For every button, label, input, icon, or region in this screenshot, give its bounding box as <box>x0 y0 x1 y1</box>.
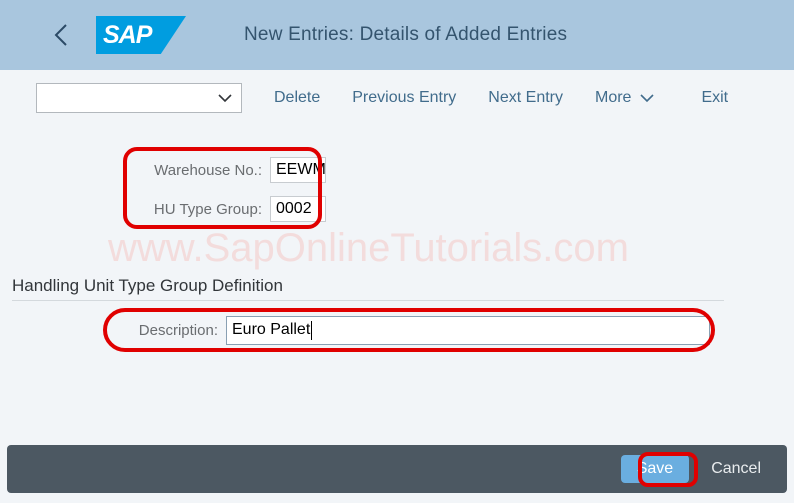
toolbar: Delete Previous Entry Next Entry More Ex… <box>0 70 794 126</box>
chevron-left-icon <box>52 21 70 49</box>
more-button-label: More <box>594 88 632 106</box>
hu-type-group-value: 0002 <box>276 200 312 217</box>
hu-type-group-field[interactable]: 0002 <box>270 196 326 222</box>
description-row: Description: Euro Pallet <box>118 314 710 346</box>
warehouse-no-value: EEWM <box>276 161 326 178</box>
more-button[interactable]: More <box>595 89 655 107</box>
footer-bar: Save Cancel <box>7 445 787 493</box>
next-entry-button[interactable]: Next Entry <box>488 89 563 107</box>
toolbar-dropdown[interactable] <box>36 82 242 113</box>
section-divider <box>12 300 724 301</box>
app-header: SAP New Entries: Details of Added Entrie… <box>0 0 794 70</box>
description-value: Euro Pallet <box>232 321 311 338</box>
warehouse-no-field[interactable]: EEWM <box>270 157 326 183</box>
sap-logo: SAP <box>96 16 186 54</box>
warehouse-no-row: Warehouse No.: EEWM <box>130 155 326 185</box>
hu-type-group-row: HU Type Group: 0002 <box>130 194 326 224</box>
exit-button[interactable]: Exit <box>701 89 728 107</box>
cancel-button[interactable]: Cancel <box>711 460 761 478</box>
previous-entry-button[interactable]: Previous Entry <box>352 89 456 107</box>
page-title: New Entries: Details of Added Entries <box>244 24 568 45</box>
warehouse-no-label: Warehouse No.: <box>154 161 262 179</box>
save-button[interactable]: Save <box>620 455 690 483</box>
hu-type-group-label: HU Type Group: <box>153 200 262 218</box>
watermark: www.SapOnlineTutorials.com <box>108 226 629 270</box>
text-caret <box>311 320 313 340</box>
delete-button[interactable]: Delete <box>274 89 320 107</box>
description-input[interactable]: Euro Pallet <box>226 315 710 345</box>
description-label: Description: <box>138 321 218 339</box>
back-button[interactable] <box>38 12 84 58</box>
chevron-down-icon <box>639 93 655 103</box>
sap-logo-text: SAP <box>103 21 152 49</box>
chevron-down-icon <box>217 93 233 103</box>
section-title: Handling Unit Type Group Definition <box>12 276 283 295</box>
